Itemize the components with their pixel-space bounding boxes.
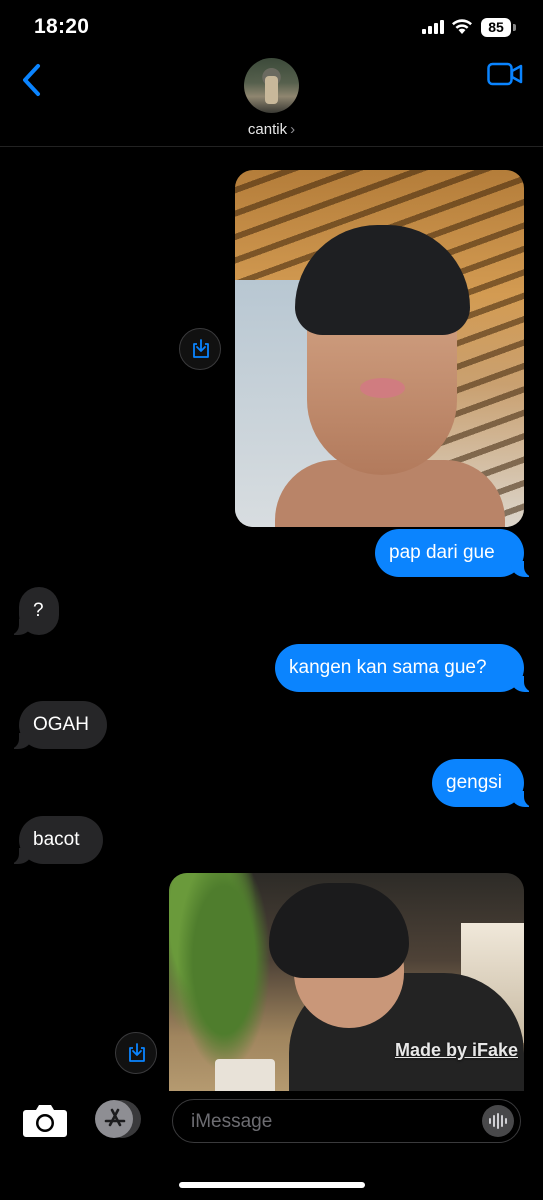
- message-bubble-outgoing[interactable]: kangen kan sama gue?: [275, 644, 536, 692]
- battery-icon: 85: [481, 18, 517, 38]
- watermark-text: Made by iFake: [394, 1040, 518, 1060]
- message-bubble-incoming[interactable]: OGAH: [7, 701, 107, 749]
- download-button[interactable]: [115, 1032, 157, 1074]
- contact-name-button[interactable]: cantik ›: [0, 121, 543, 138]
- chevron-right-icon: ›: [290, 121, 296, 138]
- message-image-selfie[interactable]: [235, 170, 524, 527]
- video-call-icon[interactable]: [487, 62, 523, 86]
- contact-avatar[interactable]: [244, 58, 299, 113]
- back-chevron-icon[interactable]: [18, 62, 48, 98]
- message-bubble-incoming[interactable]: ?: [7, 587, 59, 635]
- message-text: kangen kan sama gue?: [289, 657, 487, 678]
- message-input-box[interactable]: [172, 1099, 521, 1143]
- battery-level: 85: [481, 18, 511, 37]
- message-text: ?: [33, 600, 44, 621]
- download-icon: [129, 1043, 145, 1062]
- message-text: pap dari gue: [389, 542, 495, 563]
- conversation-header: cantik ›: [0, 56, 543, 147]
- app-store-button[interactable]: [95, 1100, 143, 1138]
- message-bubble-outgoing[interactable]: gengsi: [432, 759, 536, 807]
- status-bar: 18:20 85: [0, 0, 543, 56]
- voice-message-button[interactable]: [482, 1105, 514, 1137]
- signal-icon: [422, 20, 444, 34]
- app-store-icon: [104, 1108, 126, 1127]
- message-input[interactable]: [189, 1100, 473, 1143]
- status-time: 18:20: [34, 15, 90, 38]
- message-bubble-outgoing[interactable]: pap dari gue: [375, 529, 536, 577]
- home-indicator: [179, 1182, 365, 1188]
- wifi-icon: [452, 19, 472, 34]
- message-bubble-incoming[interactable]: bacot: [7, 816, 103, 864]
- voice-waveform-icon: [489, 1113, 507, 1129]
- camera-icon[interactable]: [22, 1102, 68, 1138]
- download-icon: [193, 339, 209, 358]
- message-text: bacot: [33, 829, 80, 850]
- message-image-cafe[interactable]: Made by iFake: [169, 873, 524, 1091]
- message-text: gengsi: [446, 772, 502, 793]
- download-button[interactable]: [179, 328, 221, 370]
- message-text: OGAH: [33, 714, 89, 735]
- contact-name: cantik: [247, 121, 288, 138]
